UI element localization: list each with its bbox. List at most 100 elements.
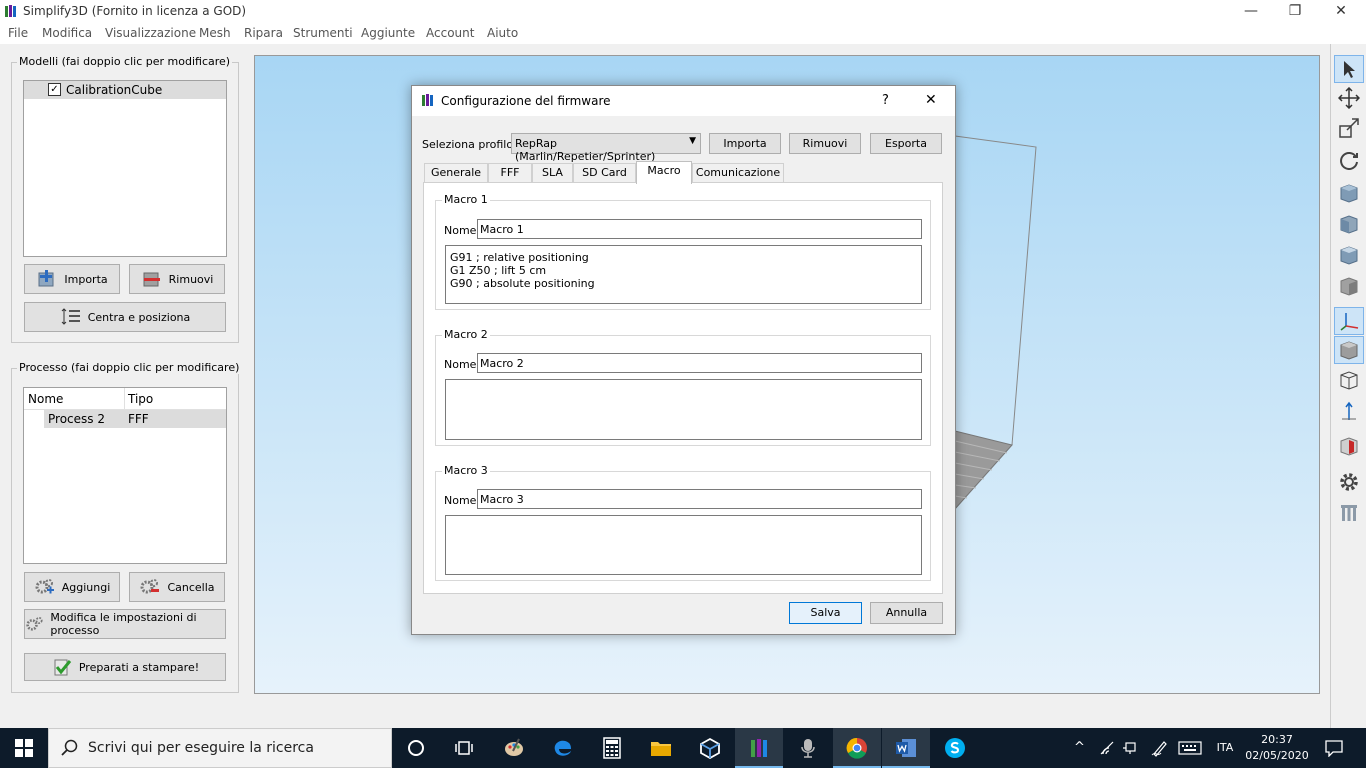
model-checkbox[interactable]: ✓	[48, 83, 61, 96]
column-header-tipo[interactable]: Tipo	[128, 392, 153, 406]
export-profile-button[interactable]: Esporta	[870, 133, 942, 154]
tab-sla[interactable]: SLA	[532, 163, 573, 183]
notifications-icon[interactable]	[1324, 739, 1344, 757]
view-top-button[interactable]	[1334, 241, 1364, 269]
macro-3-title: Macro 3	[442, 464, 490, 477]
macro-2-code-editor[interactable]	[445, 379, 922, 440]
delete-process-button[interactable]: Cancella	[129, 572, 225, 602]
remove-profile-button[interactable]: Rimuovi	[789, 133, 861, 154]
view-iso-button[interactable]	[1334, 179, 1364, 207]
tab-comunicazione[interactable]: Comunicazione	[692, 163, 784, 183]
task-view-button[interactable]	[440, 728, 488, 768]
taskbar-chrome-app[interactable]	[833, 728, 881, 768]
taskbar-paint-app[interactable]	[490, 728, 538, 768]
menu-mesh[interactable]: Mesh	[199, 26, 231, 40]
tab-fff[interactable]: FFF	[488, 163, 532, 183]
3d-viewer-cube-icon	[700, 737, 720, 759]
tab-sd-card[interactable]: SD Card	[573, 163, 636, 183]
taskbar-edge-app[interactable]	[539, 728, 587, 768]
taskbar-skype-app[interactable]	[931, 728, 979, 768]
cancel-button[interactable]: Annulla	[870, 602, 943, 624]
support-structures-button[interactable]	[1334, 499, 1364, 527]
save-button[interactable]: Salva	[789, 602, 862, 624]
normal-arrow-icon	[1342, 401, 1356, 420]
menu-aiuto[interactable]: Aiuto	[487, 26, 518, 40]
column-header-nome[interactable]: Nome	[28, 392, 63, 406]
show-solid-toggle[interactable]	[1334, 336, 1364, 364]
taskbar-recorder-app[interactable]	[784, 728, 832, 768]
menu-ripara[interactable]: Ripara	[244, 26, 283, 40]
wifi-icon[interactable]	[1099, 741, 1115, 755]
menu-strumenti[interactable]: Strumenti	[293, 26, 353, 40]
taskbar-file-explorer-app[interactable]	[637, 728, 685, 768]
cross-section-toggle[interactable]	[1334, 432, 1364, 460]
pen-ink-icon[interactable]	[1150, 739, 1168, 757]
taskbar-simplify3d-app[interactable]	[735, 728, 783, 768]
import-profile-button[interactable]: Importa	[709, 133, 781, 154]
clock-date: 02/05/2020	[1245, 749, 1309, 762]
select-tool[interactable]	[1334, 55, 1364, 83]
profile-select[interactable]: RepRap (Marlin/Repetier/Sprinter) ▼	[511, 133, 701, 163]
clock[interactable]: 20:37 02/05/2020	[1244, 732, 1310, 764]
start-button[interactable]	[0, 728, 48, 768]
cube-top-icon	[1340, 246, 1358, 265]
macro-1-name-field[interactable]	[477, 219, 922, 239]
view-side-button[interactable]	[1334, 272, 1364, 300]
profile-label: Seleziona profilo:	[422, 138, 517, 151]
tab-macro[interactable]: Macro	[636, 161, 692, 184]
taskbar-word-app[interactable]	[882, 728, 930, 768]
center-arrange-label: Centra e posiziona	[87, 310, 191, 324]
wireframe-toggle[interactable]	[1334, 366, 1364, 394]
show-normals-toggle[interactable]	[1334, 397, 1364, 425]
show-hidden-icons-button[interactable]: ^	[1074, 740, 1085, 755]
prepare-to-print-label: Preparati a stampare!	[78, 660, 200, 674]
macro-3-code-editor[interactable]	[445, 515, 922, 575]
folder-icon	[651, 742, 671, 756]
dialog-close-button[interactable]: ✕	[925, 92, 937, 108]
help-button[interactable]: ?	[882, 93, 889, 108]
menu-aggiunte[interactable]: Aggiunte	[361, 26, 415, 40]
scale-tool[interactable]	[1334, 114, 1364, 142]
taskbar-search-box[interactable]: Scrivi qui per eseguire la ricerca	[48, 728, 392, 768]
import-model-button[interactable]: Importa	[24, 264, 120, 294]
settings-button[interactable]	[1334, 468, 1364, 496]
close-button[interactable]: ✕	[1318, 0, 1364, 23]
simplify3d-logo-icon	[422, 94, 433, 106]
view-front-button[interactable]	[1334, 210, 1364, 238]
table-row[interactable]: Process 2 FFF	[44, 410, 226, 428]
process-type: FFF	[128, 412, 149, 426]
keyboard-icon[interactable]	[1178, 741, 1202, 755]
macro-1-code-editor[interactable]: G91 ; relative positioning G1 Z50 ; lift…	[445, 245, 922, 304]
models-list[interactable]: ✓ CalibrationCube	[23, 80, 227, 257]
taskbar-calculator-app[interactable]	[588, 728, 636, 768]
network-icon[interactable]	[1122, 740, 1138, 756]
macro-1-name-label: Nome	[444, 224, 477, 237]
search-icon	[61, 739, 78, 756]
macro-2-name-field[interactable]	[477, 353, 922, 373]
task-view-icon	[455, 741, 473, 755]
remove-model-button[interactable]: Rimuovi	[129, 264, 225, 294]
macro-1-title: Macro 1	[442, 193, 490, 206]
center-arrange-button[interactable]: Centra e posiziona	[24, 302, 226, 332]
list-item[interactable]: ✓ CalibrationCube	[24, 81, 226, 99]
minimize-button[interactable]: —	[1228, 0, 1274, 23]
menu-bar: File Modifica Visualizzazione Mesh Ripar…	[0, 23, 1366, 44]
process-table[interactable]: Nome Tipo Process 2 FFF	[23, 387, 227, 564]
edit-process-settings-button[interactable]: Modifica le impostazioni di processo	[24, 609, 226, 639]
cortana-button[interactable]	[392, 728, 440, 768]
prepare-to-print-button[interactable]: Preparati a stampare!	[24, 653, 226, 681]
menu-account[interactable]: Account	[426, 26, 474, 40]
menu-file[interactable]: File	[8, 26, 28, 40]
wireframe-cube-icon	[1340, 371, 1358, 390]
tab-generale[interactable]: Generale	[424, 163, 488, 183]
add-process-button[interactable]: Aggiungi	[24, 572, 120, 602]
show-axes-toggle[interactable]	[1334, 307, 1364, 335]
menu-visualizzazione[interactable]: Visualizzazione	[105, 26, 196, 40]
menu-modifica[interactable]: Modifica	[42, 26, 92, 40]
taskbar-3d-viewer-app[interactable]	[686, 728, 734, 768]
restore-button[interactable]: ❐	[1272, 0, 1318, 23]
move-tool[interactable]	[1334, 84, 1364, 112]
macro-3-name-field[interactable]	[477, 489, 922, 509]
language-indicator[interactable]: ITA	[1214, 741, 1236, 754]
rotate-tool[interactable]	[1334, 145, 1364, 173]
